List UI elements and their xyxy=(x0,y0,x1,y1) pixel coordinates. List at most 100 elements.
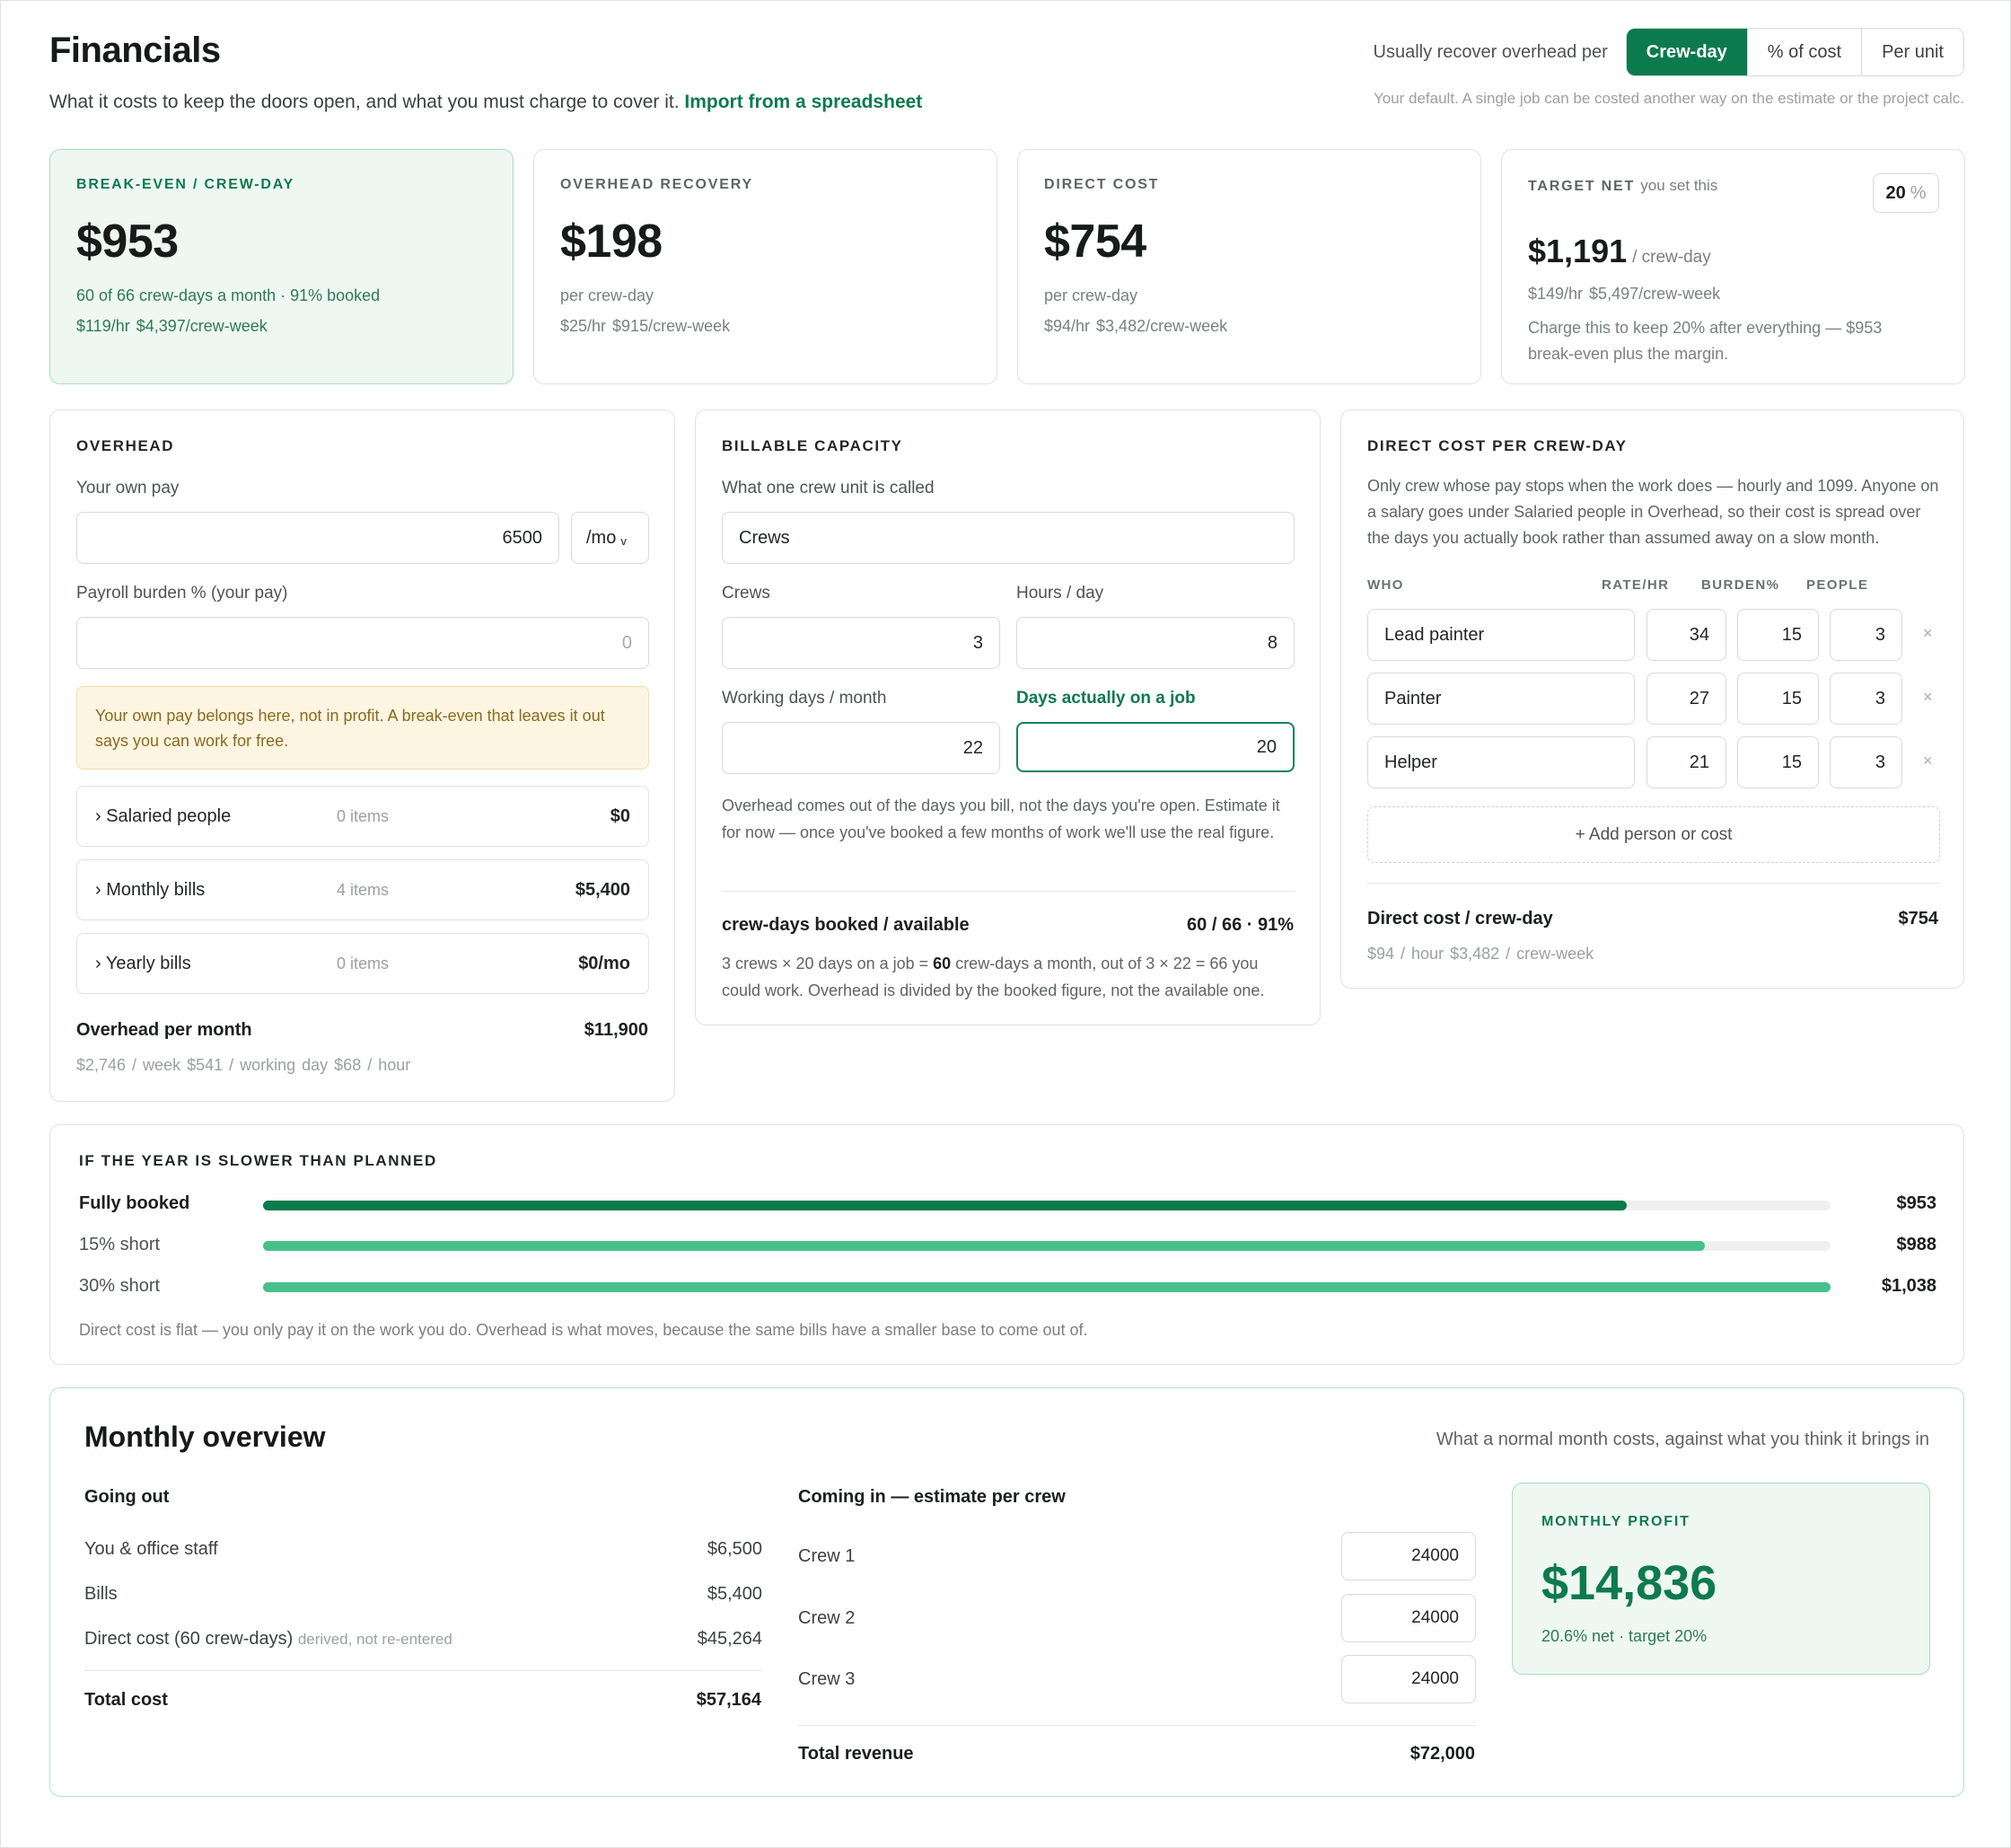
bar-value: $988 xyxy=(1896,1235,1937,1254)
burden-input[interactable]: 15 xyxy=(1737,609,1819,661)
close-icon[interactable]: × xyxy=(1923,752,1933,770)
panel-heading: BILLABLE CAPACITY xyxy=(722,437,903,454)
total-cost-label: Total cost xyxy=(84,1690,168,1710)
who-input[interactable]: Lead painter xyxy=(1367,609,1635,661)
rate-input[interactable]: 27 xyxy=(1647,673,1726,725)
bar-track xyxy=(263,1282,1831,1292)
kpi-value: $754 xyxy=(1044,216,1146,268)
out-row-label: Direct cost (60 crew-days) xyxy=(84,1629,294,1649)
kpi-line2: $119/hr $4,397/crew-week xyxy=(76,317,268,335)
col-rate: RATE/HR xyxy=(1602,577,1670,593)
kpi-label: OVERHEAD RECOVERY xyxy=(560,177,753,192)
booked-explainer: 3 crews × 20 days on a job = 60 crew-day… xyxy=(722,950,1296,1004)
import-spreadsheet-link[interactable]: Import from a spreadsheet xyxy=(684,92,922,112)
target-label-text: TARGET NET xyxy=(1528,179,1636,194)
kpi-value: $1,191/ crew-day xyxy=(1528,233,1711,270)
group-name: › Salaried people xyxy=(95,806,232,826)
explainer-pre: 3 crews × 20 days on a job = xyxy=(722,955,934,972)
total-revenue-value: $72,000 xyxy=(1409,1744,1475,1764)
bar-value: $1,038 xyxy=(1881,1276,1936,1296)
kpi-value: $953 xyxy=(76,216,179,268)
in-row-label: Crew 1 xyxy=(798,1546,856,1566)
group-value: $0/mo xyxy=(578,954,630,973)
profit-label: MONTHLY PROFIT xyxy=(1541,1514,1690,1529)
burden-input[interactable]: 15 xyxy=(1737,673,1819,725)
kpi-overhead-card: OVERHEAD RECOVERY $198 per crew-day $25/… xyxy=(533,149,997,384)
chevron-down-icon: v xyxy=(620,533,627,548)
kpi-line1: per crew-day xyxy=(1044,286,1138,304)
group-name: › Yearly bills xyxy=(95,954,191,973)
out-row-label-direct: Direct cost (60 crew-days) derived, not … xyxy=(84,1629,452,1650)
crew-2-revenue-input[interactable]: 24000 xyxy=(1341,1594,1476,1642)
divider xyxy=(84,1670,762,1671)
overhead-total-label: Overhead per month xyxy=(76,1020,252,1040)
recover-overhead-segmented: Crew-day % of cost Per unit xyxy=(1625,28,1964,76)
kpi-line2: $25/hr $915/crew-week xyxy=(560,317,731,335)
crew-3-revenue-input[interactable]: 24000 xyxy=(1341,1655,1476,1703)
panel-heading: DIRECT COST PER CREW-DAY xyxy=(1367,437,1628,454)
burden-input[interactable]: 15 xyxy=(1737,736,1819,788)
kpi-value: $198 xyxy=(560,216,663,268)
people-input[interactable]: 3 xyxy=(1830,736,1902,788)
recover-option-crew-day[interactable]: Crew-day xyxy=(1626,29,1747,75)
in-row-label: Crew 3 xyxy=(798,1669,856,1689)
target-value-unit: / crew-day xyxy=(1632,248,1711,267)
hours-label: Hours / day xyxy=(1016,584,1104,603)
salaried-people-group[interactable]: › Salaried people 0 items $0 xyxy=(76,786,649,847)
target-value: $1,191 xyxy=(1528,233,1628,269)
group-value: $5,400 xyxy=(575,880,630,900)
out-row-label: Bills xyxy=(84,1584,118,1604)
direct-total-label: Direct cost / crew-day xyxy=(1367,909,1553,928)
unit-name-input[interactable]: Crews xyxy=(722,512,1295,564)
out-row-note: derived, not re-entered xyxy=(297,1631,452,1648)
pay-period-select[interactable]: /mo v xyxy=(571,512,649,564)
hours-input[interactable]: 8 xyxy=(1016,617,1295,669)
kpi-label: BREAK-EVEN / CREW-DAY xyxy=(76,177,295,192)
close-icon[interactable]: × xyxy=(1923,624,1933,643)
in-row-label: Crew 2 xyxy=(798,1608,856,1628)
kpi-line1: per crew-day xyxy=(560,286,654,304)
crews-input[interactable]: 3 xyxy=(722,617,1000,669)
working-days-input[interactable]: 22 xyxy=(722,722,1000,774)
kpi-label: TARGET NET you set this xyxy=(1528,177,1717,195)
kpi-label: DIRECT COST xyxy=(1044,177,1160,192)
who-input[interactable]: Painter xyxy=(1367,673,1635,725)
page-subtitle: What it costs to keep the doors open, an… xyxy=(49,92,922,113)
people-input[interactable]: 3 xyxy=(1830,609,1902,661)
days-on-job-label: Days actually on a job xyxy=(1016,689,1196,708)
page-title: Financials xyxy=(49,31,221,70)
unit-name-label: What one crew unit is called xyxy=(722,479,935,497)
own-pay-label: Your own pay xyxy=(76,479,180,497)
bar-label: 15% short xyxy=(79,1235,161,1254)
total-cost-value: $57,164 xyxy=(696,1690,761,1710)
monthly-bills-group[interactable]: › Monthly bills 4 items $5,400 xyxy=(76,859,649,920)
close-icon[interactable]: × xyxy=(1923,688,1933,707)
kpi-direct-card: DIRECT COST $754 per crew-day $94/hr $3,… xyxy=(1017,149,1481,384)
rate-input[interactable]: 34 xyxy=(1647,609,1726,661)
yearly-bills-group[interactable]: › Yearly bills 0 items $0/mo xyxy=(76,933,649,994)
going-out-heading: Going out xyxy=(84,1487,170,1507)
bar-label: 30% short xyxy=(79,1276,161,1296)
people-input[interactable]: 3 xyxy=(1830,673,1902,725)
kpi-target-card: TARGET NET you set this 20 % $1,191/ cre… xyxy=(1501,149,1965,384)
working-days-label: Working days / month xyxy=(722,689,887,708)
booked-label: crew-days booked / available xyxy=(722,915,970,935)
kpi-line2: Charge this to keep 20% after everything… xyxy=(1528,319,1883,363)
add-person-button[interactable]: + Add person or cost xyxy=(1367,806,1940,863)
group-value: $0 xyxy=(610,806,630,826)
rate-input[interactable]: 21 xyxy=(1647,736,1726,788)
target-percent-unit: % xyxy=(1910,182,1927,203)
burden-input[interactable]: 0 xyxy=(76,617,649,669)
crew-1-revenue-input[interactable]: 24000 xyxy=(1341,1532,1476,1580)
own-pay-input[interactable]: 6500 xyxy=(76,512,559,564)
target-percent-input[interactable]: 20 % xyxy=(1873,173,1939,213)
who-input[interactable]: Helper xyxy=(1367,736,1635,788)
out-row-value: $45,264 xyxy=(697,1629,762,1649)
monthly-overview-tagline: What a normal month costs, against what … xyxy=(1436,1430,1929,1449)
recover-option-per-unit[interactable]: Per unit xyxy=(1861,29,1963,75)
slow-year-panel: IF THE YEAR IS SLOWER THAN PLANNED Fully… xyxy=(49,1124,1964,1365)
bar-track xyxy=(263,1201,1831,1210)
bar-track xyxy=(263,1241,1831,1251)
days-on-job-input[interactable]: 20 xyxy=(1016,722,1295,772)
recover-option-percent-of-cost[interactable]: % of cost xyxy=(1746,29,1862,75)
